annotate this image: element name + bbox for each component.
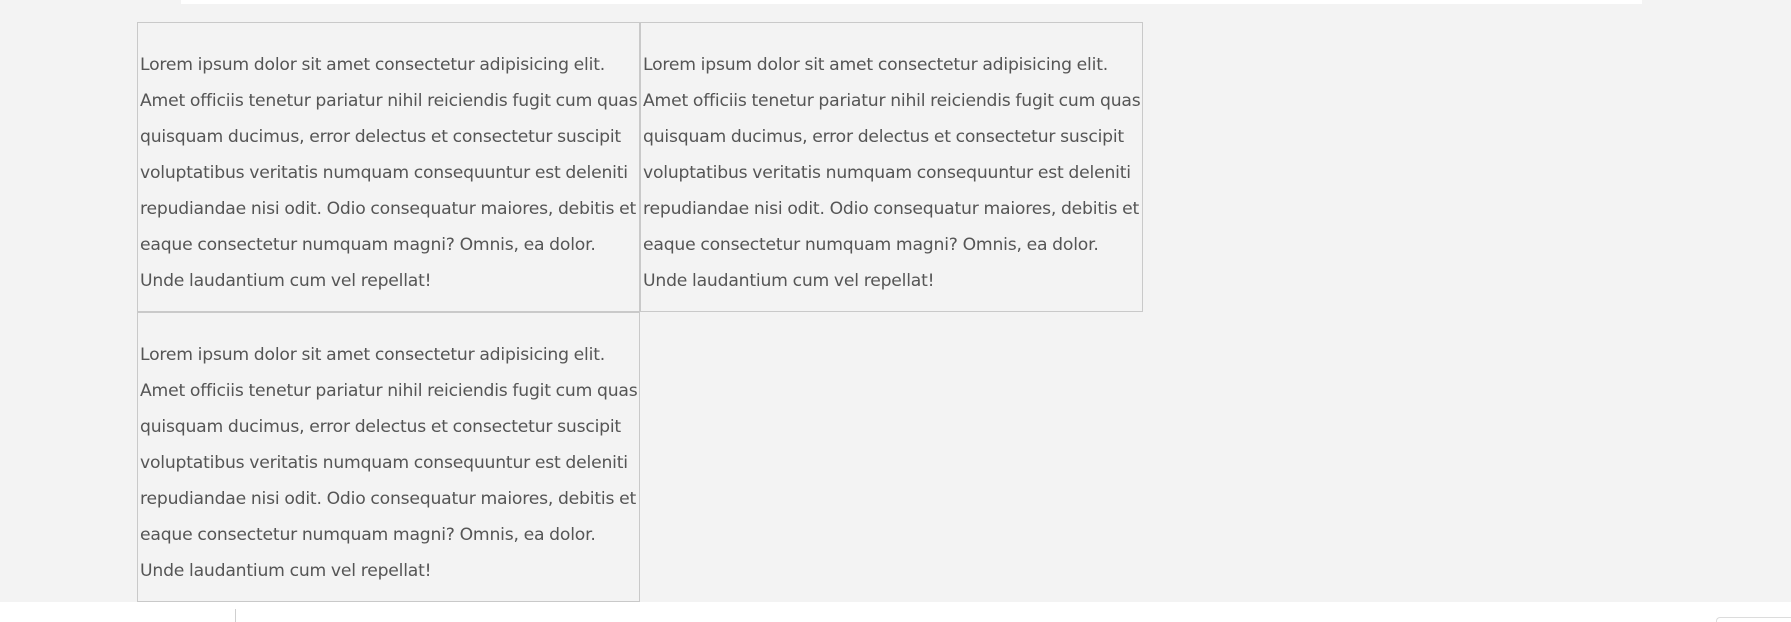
corner-widget[interactable] xyxy=(1716,617,1791,622)
card-paragraph: Lorem ipsum dolor sit amet consectetur a… xyxy=(643,55,1141,291)
text-card: Lorem ipsum dolor sit amet consectetur a… xyxy=(640,22,1143,312)
bottom-divider xyxy=(235,609,236,622)
bottom-white-bar xyxy=(0,602,1791,622)
text-card: Lorem ipsum dolor sit amet consectetur a… xyxy=(137,312,640,602)
card-paragraph: Lorem ipsum dolor sit amet consectetur a… xyxy=(140,345,638,581)
card-paragraph: Lorem ipsum dolor sit amet consectetur a… xyxy=(140,55,638,291)
top-white-bar xyxy=(181,0,1642,4)
text-card: Lorem ipsum dolor sit amet consectetur a… xyxy=(137,22,640,312)
card-grid: Lorem ipsum dolor sit amet consectetur a… xyxy=(137,22,1145,602)
